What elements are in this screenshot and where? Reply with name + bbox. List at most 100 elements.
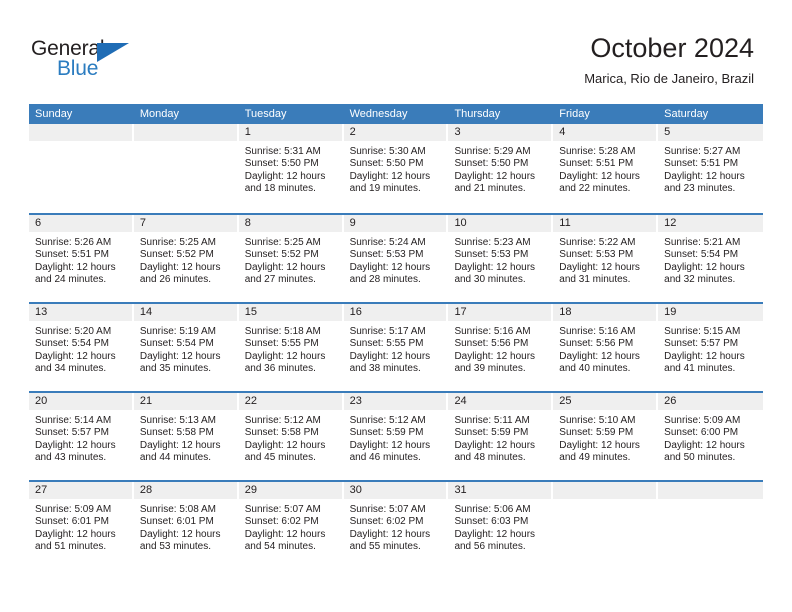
day-info-line: Sunrise: 5:17 AM bbox=[349, 326, 426, 337]
day-info-line: Daylight: 12 hours bbox=[454, 528, 536, 540]
calendar-day-cell[interactable]: 16 Sunrise: 5:17 AM Sunset: 5:55 PM Dayligh… bbox=[343, 304, 449, 391]
day-number: 18 bbox=[559, 306, 572, 318]
day-info-line: Sunset: 5:53 PM bbox=[559, 249, 634, 261]
day-info-line: Sunset: 5:50 PM bbox=[349, 158, 424, 170]
day-details: Sunrise: 5:27 AM Sunset: 5:51 PM Daylight:… bbox=[658, 141, 763, 196]
calendar-day-cell[interactable]: 3 Sunrise: 5:29 AM Sunset: 5:50 PM Daylight… bbox=[448, 124, 554, 213]
day-info-line: Sunset: 5:59 PM bbox=[349, 427, 424, 439]
day-info-line: and 41 minutes. bbox=[664, 363, 736, 375]
day-info-line: and 31 minutes. bbox=[559, 274, 631, 286]
calendar-day-cell[interactable]: 12 Sunrise: 5:21 AM Sunset: 5:54 PM Dayligh… bbox=[658, 215, 764, 302]
calendar-day-cell[interactable]: 5 Sunrise: 5:27 AM Sunset: 5:51 PM Daylight… bbox=[658, 124, 764, 213]
day-info-line: and 50 minutes. bbox=[664, 452, 736, 464]
calendar-day-cell[interactable]: 22 Sunrise: 5:12 AM Sunset: 5:58 PM Dayligh… bbox=[238, 393, 344, 480]
calendar-day-cell[interactable]: 2 Sunrise: 5:30 AM Sunset: 5:50 PM Daylight… bbox=[343, 124, 449, 213]
day-details: Sunrise: 5:07 AM Sunset: 6:02 PM Daylight:… bbox=[239, 499, 344, 554]
day-details: Sunrise: 5:12 AM Sunset: 5:59 PM Daylight:… bbox=[344, 410, 449, 465]
day-details: Sunrise: 5:20 AM Sunset: 5:54 PM Daylight:… bbox=[29, 321, 134, 376]
day-info-line: Sunset: 5:59 PM bbox=[559, 427, 634, 439]
day-details bbox=[134, 141, 239, 146]
day-details bbox=[553, 499, 658, 504]
day-number-band: 11 bbox=[553, 215, 659, 232]
general-blue-logo[interactable]: General Blue bbox=[31, 38, 151, 84]
calendar-day-cell[interactable]: 31 Sunrise: 5:06 AM Sunset: 6:03 PM Dayligh… bbox=[448, 482, 554, 569]
day-info-line: Daylight: 12 hours bbox=[139, 261, 221, 273]
calendar-day-cell[interactable]: 15 Sunrise: 5:18 AM Sunset: 5:55 PM Dayligh… bbox=[238, 304, 344, 391]
calendar-day-cell[interactable]: 20 Sunrise: 5:14 AM Sunset: 5:57 PM Dayligh… bbox=[29, 393, 134, 480]
day-info-line: and 56 minutes. bbox=[454, 541, 526, 553]
day-info-line: Sunset: 5:52 PM bbox=[139, 249, 214, 261]
day-info-line: Daylight: 12 hours bbox=[664, 261, 745, 273]
calendar-day-cell[interactable]: 9 Sunrise: 5:24 AM Sunset: 5:53 PM Daylight… bbox=[343, 215, 449, 302]
day-info-line: Sunrise: 5:24 AM bbox=[349, 237, 426, 248]
day-info-line: and 48 minutes. bbox=[454, 452, 526, 464]
day-number: 12 bbox=[664, 217, 677, 229]
day-number: 6 bbox=[35, 217, 42, 229]
day-number: 19 bbox=[664, 306, 677, 318]
day-info-line: Sunrise: 5:16 AM bbox=[559, 326, 636, 337]
calendar-day-cell[interactable]: 17 Sunrise: 5:16 AM Sunset: 5:56 PM Dayligh… bbox=[448, 304, 554, 391]
title-block: October 2024 Marica, Rio de Janeiro, Bra… bbox=[584, 32, 754, 88]
day-number-band: 15 bbox=[238, 304, 344, 321]
calendar-day-cell[interactable]: 7 Sunrise: 5:25 AM Sunset: 5:52 PM Daylight… bbox=[133, 215, 239, 302]
day-number: 25 bbox=[559, 395, 572, 407]
calendar-day-cell[interactable]: 24 Sunrise: 5:11 AM Sunset: 5:59 PM Dayligh… bbox=[448, 393, 554, 480]
day-number-band: 24 bbox=[448, 393, 554, 410]
calendar-day-cell[interactable]: 19 Sunrise: 5:15 AM Sunset: 5:57 PM Dayligh… bbox=[658, 304, 764, 391]
calendar-week-row: 20 Sunrise: 5:14 AM Sunset: 5:57 PM Dayligh… bbox=[29, 391, 764, 480]
calendar-day-cell[interactable]: 28 Sunrise: 5:08 AM Sunset: 6:01 PM Dayligh… bbox=[133, 482, 239, 569]
day-info-line: Daylight: 12 hours bbox=[559, 170, 640, 182]
day-info-line: Daylight: 12 hours bbox=[139, 528, 221, 540]
calendar-cell-empty bbox=[658, 482, 764, 569]
calendar-day-cell[interactable]: 23 Sunrise: 5:12 AM Sunset: 5:59 PM Dayligh… bbox=[343, 393, 449, 480]
day-number: 3 bbox=[454, 126, 461, 138]
day-of-week-monday: Monday bbox=[139, 108, 179, 120]
day-info-line: and 39 minutes. bbox=[454, 363, 526, 375]
day-details: Sunrise: 5:07 AM Sunset: 6:02 PM Daylight:… bbox=[344, 499, 449, 554]
day-info-line: Daylight: 12 hours bbox=[349, 261, 431, 273]
calendar-day-cell[interactable]: 11 Sunrise: 5:22 AM Sunset: 5:53 PM Dayligh… bbox=[553, 215, 659, 302]
day-details: Sunrise: 5:09 AM Sunset: 6:01 PM Daylight:… bbox=[29, 499, 134, 554]
day-details: Sunrise: 5:16 AM Sunset: 5:56 PM Daylight:… bbox=[553, 321, 658, 376]
day-info-line: Daylight: 12 hours bbox=[139, 350, 221, 362]
calendar-day-cell[interactable]: 30 Sunrise: 5:07 AM Sunset: 6:02 PM Dayligh… bbox=[343, 482, 449, 569]
day-info-line: Sunset: 6:03 PM bbox=[454, 516, 529, 528]
day-number: 17 bbox=[454, 306, 467, 318]
calendar-day-cell[interactable]: 13 Sunrise: 5:20 AM Sunset: 5:54 PM Dayligh… bbox=[29, 304, 134, 391]
day-info-line: Sunrise: 5:30 AM bbox=[349, 146, 426, 157]
calendar-day-cell[interactable]: 29 Sunrise: 5:07 AM Sunset: 6:02 PM Dayligh… bbox=[238, 482, 344, 569]
day-info-line: Sunset: 5:56 PM bbox=[454, 338, 529, 350]
day-info-line: Sunset: 5:56 PM bbox=[559, 338, 634, 350]
day-details: Sunrise: 5:25 AM Sunset: 5:52 PM Daylight:… bbox=[239, 232, 344, 287]
day-number-band: 26 bbox=[658, 393, 764, 410]
day-info-line: Sunset: 5:58 PM bbox=[139, 427, 214, 439]
day-number-band: 22 bbox=[238, 393, 344, 410]
calendar-day-cell[interactable]: 6 Sunrise: 5:26 AM Sunset: 5:51 PM Daylight… bbox=[29, 215, 134, 302]
day-number: 10 bbox=[454, 217, 467, 229]
day-info-line: Daylight: 12 hours bbox=[244, 528, 326, 540]
day-of-week-header: Sunday Monday Tuesday Wednesday Thursday Frid… bbox=[29, 104, 763, 124]
day-number-band: 23 bbox=[343, 393, 449, 410]
calendar-day-cell[interactable]: 1 Sunrise: 5:31 AM Sunset: 5:50 PM Daylight… bbox=[238, 124, 344, 213]
calendar-day-cell[interactable]: 21 Sunrise: 5:13 AM Sunset: 5:58 PM Dayligh… bbox=[133, 393, 239, 480]
calendar-day-cell[interactable]: 18 Sunrise: 5:16 AM Sunset: 5:56 PM Dayligh… bbox=[553, 304, 659, 391]
day-number: 29 bbox=[244, 484, 257, 496]
calendar-day-cell[interactable]: 10 Sunrise: 5:23 AM Sunset: 5:53 PM Dayligh… bbox=[448, 215, 554, 302]
logo-triangle-icon bbox=[97, 43, 129, 62]
day-details: Sunrise: 5:31 AM Sunset: 5:50 PM Daylight:… bbox=[239, 141, 344, 196]
day-info-line: Daylight: 12 hours bbox=[35, 261, 116, 273]
day-info-line: Sunset: 5:53 PM bbox=[349, 249, 424, 261]
calendar-week-row: 13 Sunrise: 5:20 AM Sunset: 5:54 PM Dayligh… bbox=[29, 302, 764, 391]
calendar-day-cell[interactable]: 25 Sunrise: 5:10 AM Sunset: 5:59 PM Dayligh… bbox=[553, 393, 659, 480]
day-details: Sunrise: 5:19 AM Sunset: 5:54 PM Daylight:… bbox=[134, 321, 239, 376]
day-number-band: 18 bbox=[553, 304, 659, 321]
calendar-day-cell[interactable]: 8 Sunrise: 5:25 AM Sunset: 5:52 PM Daylight… bbox=[238, 215, 344, 302]
day-info-line: and 35 minutes. bbox=[139, 363, 212, 375]
calendar-day-cell[interactable]: 4 Sunrise: 5:28 AM Sunset: 5:51 PM Daylight… bbox=[553, 124, 659, 213]
page-title: October 2024 bbox=[590, 33, 754, 63]
calendar-day-cell[interactable]: 26 Sunrise: 5:09 AM Sunset: 6:00 PM Dayligh… bbox=[658, 393, 764, 480]
calendar-day-cell[interactable]: 27 Sunrise: 5:09 AM Sunset: 6:01 PM Dayligh… bbox=[29, 482, 134, 569]
day-info-line: Sunset: 5:54 PM bbox=[664, 249, 739, 261]
day-number-band: 6 bbox=[29, 215, 134, 232]
calendar-day-cell[interactable]: 14 Sunrise: 5:19 AM Sunset: 5:54 PM Dayligh… bbox=[133, 304, 239, 391]
